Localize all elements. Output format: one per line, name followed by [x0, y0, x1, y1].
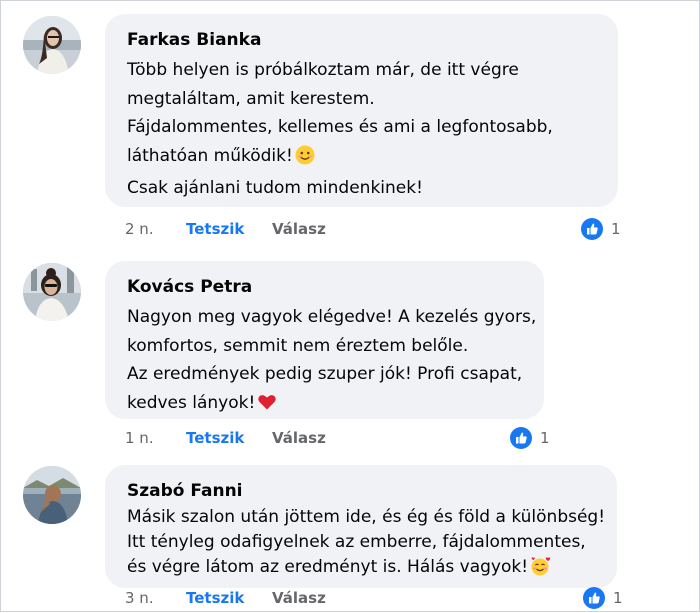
reply-link[interactable]: Válasz: [272, 217, 326, 241]
comment-text-line: Másik szalon után jöttem ide, és ég és f…: [127, 507, 606, 527]
red-heart-emoji: [257, 392, 277, 422]
like-link[interactable]: Tetszik: [186, 586, 244, 610]
comment-text-line: Fájdalommentes, kellemes és ami a legfon…: [127, 117, 553, 137]
comment-text-line: Több helyen is próbálkoztam már, de itt …: [127, 60, 519, 80]
avatar[interactable]: [23, 263, 81, 321]
comment-text-line-with-emoji: láthatóan működik!: [127, 142, 596, 175]
thumbs-up-icon: [583, 587, 605, 609]
comment-timestamp[interactable]: 2 n.: [125, 217, 154, 241]
comment-text-line-with-emoji: és végre látom az eredményt is. Hálás va…: [127, 555, 595, 584]
avatar[interactable]: [23, 16, 81, 74]
comment-text-line: Nagyon meg vagyok elégedve! A kezelés gy…: [127, 307, 537, 327]
reply-link[interactable]: Válasz: [272, 426, 326, 450]
comment-text-line: kedves lányok!: [127, 392, 256, 413]
comment-text-line: és végre látom az eredményt is. Hálás va…: [127, 557, 529, 577]
comment-text-line: Csak ajánlani tudom mindenkinek!: [127, 178, 423, 198]
thumbs-up-icon: [510, 427, 532, 449]
avatar[interactable]: [23, 466, 81, 524]
reaction-count: 1: [613, 589, 623, 607]
reaction-count: 1: [611, 220, 621, 238]
comment-timestamp[interactable]: 3 n.: [125, 586, 154, 610]
comment-author[interactable]: Szabó Fanni: [127, 479, 595, 503]
comment-author[interactable]: Farkas Bianka: [127, 28, 596, 52]
comment-text-line: Az eredmények pedig szuper jók! Profi cs…: [127, 364, 523, 384]
comment-text-line: Itt tényleg odafigyelnek az emberre, fáj…: [127, 532, 586, 552]
reply-link[interactable]: Válasz: [272, 586, 326, 610]
comment-text-line: megtaláltam, amit kerestem.: [127, 88, 375, 109]
smiling-face-with-hearts-emoji: [530, 556, 552, 584]
comment-bubble: Farkas Bianka Több helyen is próbálkozta…: [105, 14, 618, 207]
comment-timestamp[interactable]: 1 n.: [125, 426, 154, 450]
thumbs-up-icon: [581, 218, 603, 240]
comment-text-line: láthatóan működik!: [127, 145, 293, 166]
comment-section: Farkas Bianka Több helyen is próbálkozta…: [0, 0, 700, 612]
like-link[interactable]: Tetszik: [186, 426, 244, 450]
comment-text-line: komfortos, semmit nem éreztem belőle.: [127, 335, 469, 356]
reaction-count: 1: [540, 429, 550, 447]
comment-author[interactable]: Kovács Petra: [127, 275, 522, 299]
smiling-face-emoji: [295, 145, 315, 175]
comment-text-line-with-emoji: kedves lányok!: [127, 389, 522, 422]
comment-bubble: Kovács Petra Nagyon meg vagyok elégedve!…: [105, 261, 544, 419]
like-link[interactable]: Tetszik: [186, 217, 244, 241]
comment-bubble: Szabó Fanni Másik szalon után jöttem ide…: [105, 465, 617, 588]
